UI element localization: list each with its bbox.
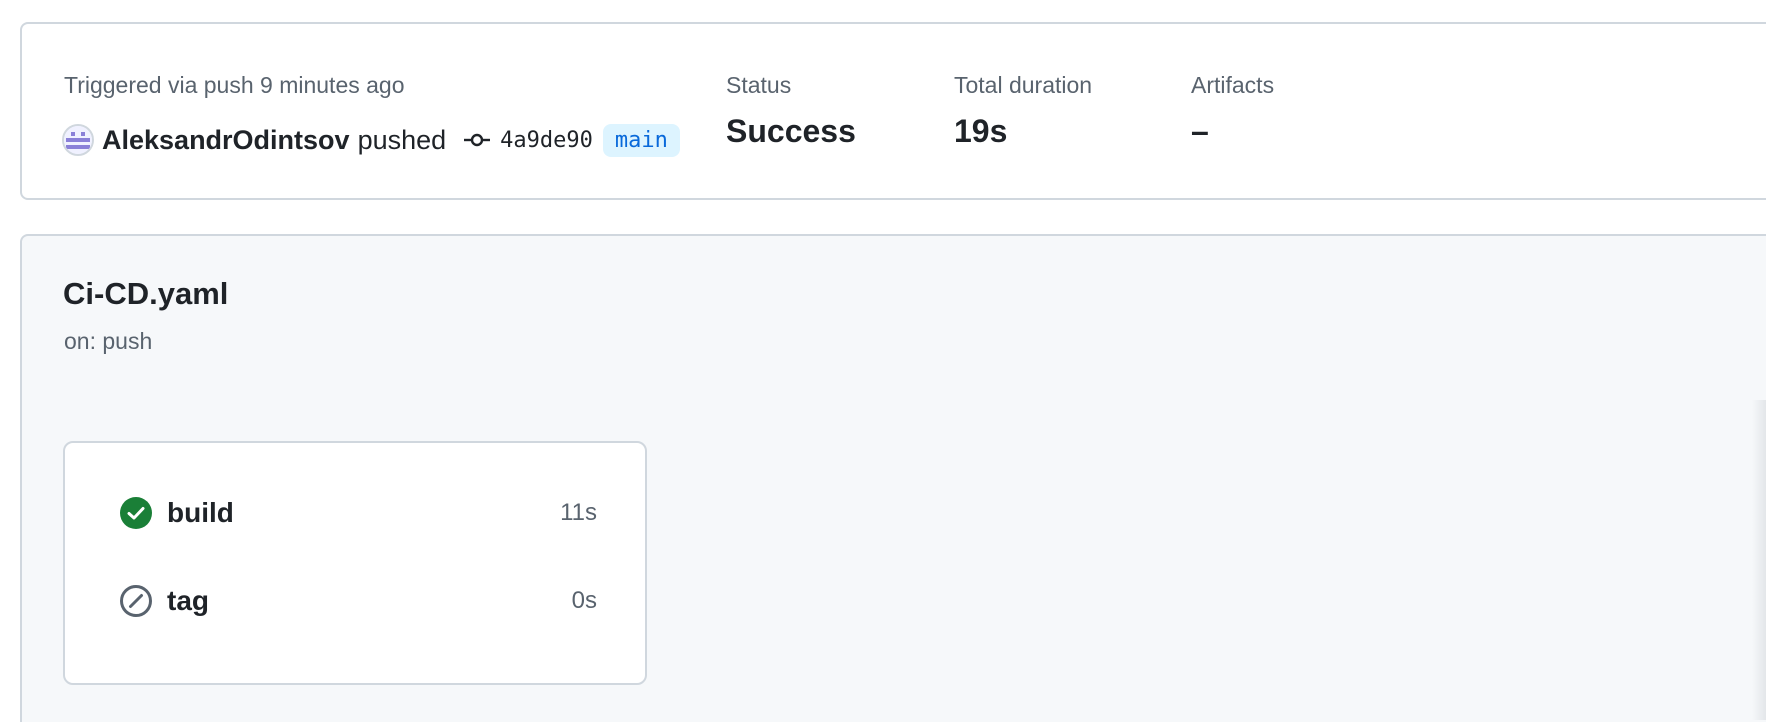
- trigger-text: Triggered via push 9 minutes ago: [64, 72, 405, 98]
- artifacts-label: Artifacts: [1191, 72, 1275, 98]
- duration-stat: Total duration 19s: [954, 72, 1092, 150]
- status-label: Status: [726, 72, 792, 98]
- workflow-graph-panel: Ci-CD.yaml on: push build 11s tag 0s: [20, 234, 1766, 722]
- edge-shadow: [1752, 400, 1766, 720]
- artifacts-stat: Artifacts –: [1191, 72, 1274, 150]
- job-duration: 11s: [560, 499, 597, 526]
- job-duration: 0s: [571, 587, 597, 614]
- status-stat: Status Success: [726, 72, 856, 150]
- status-value: Success: [726, 113, 856, 149]
- workflow-run-page: Triggered via push 9 minutes ago Aleksan…: [0, 0, 1766, 722]
- avatar[interactable]: [62, 124, 94, 156]
- workflow-trigger: on: push: [64, 328, 153, 354]
- check-circle-icon: [119, 496, 153, 530]
- jobs-card: build 11s tag 0s: [63, 441, 647, 685]
- commit-sha-link[interactable]: 4a9de90: [500, 128, 593, 153]
- artifacts-value: –: [1191, 113, 1209, 149]
- job-build[interactable]: build 11s: [119, 493, 597, 533]
- workflow-file-name: Ci-CD.yaml: [63, 276, 229, 311]
- action-text: pushed: [357, 124, 447, 155]
- duration-value: 19s: [954, 113, 1008, 149]
- job-tag[interactable]: tag 0s: [119, 581, 597, 621]
- duration-label: Total duration: [954, 72, 1093, 98]
- actor-link[interactable]: AleksandrOdintsov: [102, 125, 350, 156]
- branch-label[interactable]: main: [602, 123, 680, 157]
- job-name: build: [167, 497, 234, 528]
- skipped-icon: [119, 584, 153, 618]
- job-name: tag: [167, 585, 209, 616]
- git-commit-icon: [464, 132, 491, 148]
- run-summary-card: Triggered via push 9 minutes ago Aleksan…: [20, 22, 1766, 200]
- push-info: AleksandrOdintsov pushed 4a9de90 main: [62, 120, 680, 160]
